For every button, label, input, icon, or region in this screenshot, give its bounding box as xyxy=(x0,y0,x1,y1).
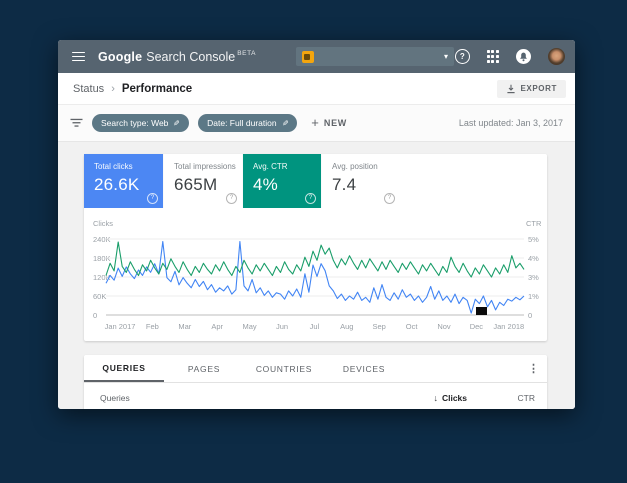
property-icon xyxy=(302,51,314,63)
x-axis-label: Mar xyxy=(178,322,191,331)
export-label: EXPORT xyxy=(521,84,558,93)
metric-value: 7.4 xyxy=(332,175,400,195)
tab-queries[interactable]: QUERIES xyxy=(84,355,164,382)
beta-tag: BETA xyxy=(237,50,256,57)
notifications-bell-icon[interactable] xyxy=(516,49,531,64)
appbar-actions: ? xyxy=(455,48,565,65)
x-axis-labels: Jan 2017 Feb Mar Apr May Jun Jul Aug Sep… xyxy=(84,322,547,334)
edit-pencil-icon: ✎ xyxy=(173,119,180,128)
help-icon[interactable]: ? xyxy=(226,193,237,204)
chip-label: Date: Full duration xyxy=(207,118,276,128)
x-axis-label: Sep xyxy=(373,322,386,331)
column-header-queries[interactable]: Queries xyxy=(100,393,130,403)
logo-secondary: Search Console xyxy=(146,50,235,64)
x-axis-label: Jan 2017 xyxy=(105,322,136,331)
plus-icon: + xyxy=(311,118,319,128)
breadcrumb-separator: › xyxy=(111,83,115,95)
x-axis-label: Aug xyxy=(340,322,353,331)
x-axis-label: Jan 2018 xyxy=(493,322,524,331)
x-axis-label: Jul xyxy=(310,322,320,331)
x-axis-label: Apr xyxy=(211,322,223,331)
metric-value: 4% xyxy=(253,175,321,195)
tab-devices[interactable]: DEVICES xyxy=(324,355,404,382)
app-bar: Google Search ConsoleBETA ▾ ? xyxy=(58,40,575,73)
apps-grid-icon[interactable] xyxy=(487,50,499,62)
filter-chip-date[interactable]: Date: Full duration ✎ xyxy=(198,114,297,132)
metric-label: Avg. position xyxy=(332,162,400,171)
mouse-cursor xyxy=(476,307,487,315)
metric-tile-avg-position[interactable]: Avg. position 7.4 ? xyxy=(321,154,400,208)
overflow-menu-icon[interactable]: ⋮ xyxy=(528,355,539,382)
breadcrumb-parent[interactable]: Status xyxy=(73,83,104,95)
help-icon[interactable]: ? xyxy=(455,49,470,64)
tab-pages[interactable]: PAGES xyxy=(164,355,244,382)
dimensions-table-card: QUERIES PAGES COUNTRIES DEVICES ⋮ Querie… xyxy=(84,355,547,409)
filter-icon[interactable] xyxy=(70,118,83,128)
page-title: Performance xyxy=(122,83,192,95)
metric-label: Total clicks xyxy=(94,162,163,171)
last-updated-text: Last updated: Jan 3, 2017 xyxy=(459,118,563,128)
edit-pencil-icon: ✎ xyxy=(282,119,289,128)
metric-tiles: Total clicks 26.6K ? Total impressions 6… xyxy=(84,154,547,208)
x-axis-label: Feb xyxy=(146,322,159,331)
metric-label: Avg. CTR xyxy=(253,162,321,171)
help-icon[interactable]: ? xyxy=(147,193,158,204)
content-area: Total clicks 26.6K ? Total impressions 6… xyxy=(58,142,575,409)
breadcrumb-bar: Status › Performance EXPORT xyxy=(58,73,575,105)
x-axis-label: May xyxy=(243,322,257,331)
new-filter-button[interactable]: + NEW xyxy=(311,118,347,128)
filter-chip-search-type[interactable]: Search type: Web ✎ xyxy=(92,114,189,132)
x-axis-label: Jun xyxy=(276,322,288,331)
tab-countries[interactable]: COUNTRIES xyxy=(244,355,324,382)
column-header-ctr[interactable]: CTR xyxy=(467,393,535,403)
x-axis-label: Oct xyxy=(406,322,418,331)
metric-tile-total-clicks[interactable]: Total clicks 26.6K ? xyxy=(84,154,163,208)
sort-desc-icon: ↓ xyxy=(433,393,438,403)
help-icon[interactable]: ? xyxy=(305,193,316,204)
metric-value: 26.6K xyxy=(94,175,163,195)
search-console-window: Google Search ConsoleBETA ▾ ? Status › Pe… xyxy=(58,40,575,409)
property-selector-dropdown[interactable]: ▾ xyxy=(296,47,454,66)
metric-tile-total-impressions[interactable]: Total impressions 665M ? xyxy=(163,154,242,208)
menu-icon[interactable] xyxy=(72,52,85,62)
export-button[interactable]: EXPORT xyxy=(497,80,567,98)
logo-primary: Google xyxy=(98,50,142,64)
chip-label: Search type: Web xyxy=(101,118,168,128)
metric-value: 665M xyxy=(174,175,242,195)
x-axis-label: Nov xyxy=(437,322,450,331)
help-icon[interactable]: ? xyxy=(384,193,395,204)
app-logo: Google Search ConsoleBETA xyxy=(98,50,256,64)
column-header-clicks[interactable]: ↓ Clicks xyxy=(433,393,467,403)
new-label: NEW xyxy=(324,118,347,128)
metric-tile-avg-ctr[interactable]: Avg. CTR 4% ? xyxy=(242,154,321,208)
filter-bar: Search type: Web ✎ Date: Full duration ✎… xyxy=(58,105,575,142)
metric-label: Total impressions xyxy=(174,162,242,171)
download-icon xyxy=(506,84,516,94)
performance-line-chart[interactable]: Clicks CTR 240K 180K 120K 60K 0 5% 4% 3%… xyxy=(84,208,547,341)
x-axis-label: Dec xyxy=(470,322,483,331)
chevron-down-icon: ▾ xyxy=(444,53,448,61)
desktop-background: Google Search ConsoleBETA ▾ ? Status › Pe… xyxy=(0,0,627,483)
table-header-row: Queries ↓ Clicks CTR xyxy=(84,383,547,409)
dimension-tabs: QUERIES PAGES COUNTRIES DEVICES ⋮ xyxy=(84,355,547,383)
avatar[interactable] xyxy=(548,48,565,65)
